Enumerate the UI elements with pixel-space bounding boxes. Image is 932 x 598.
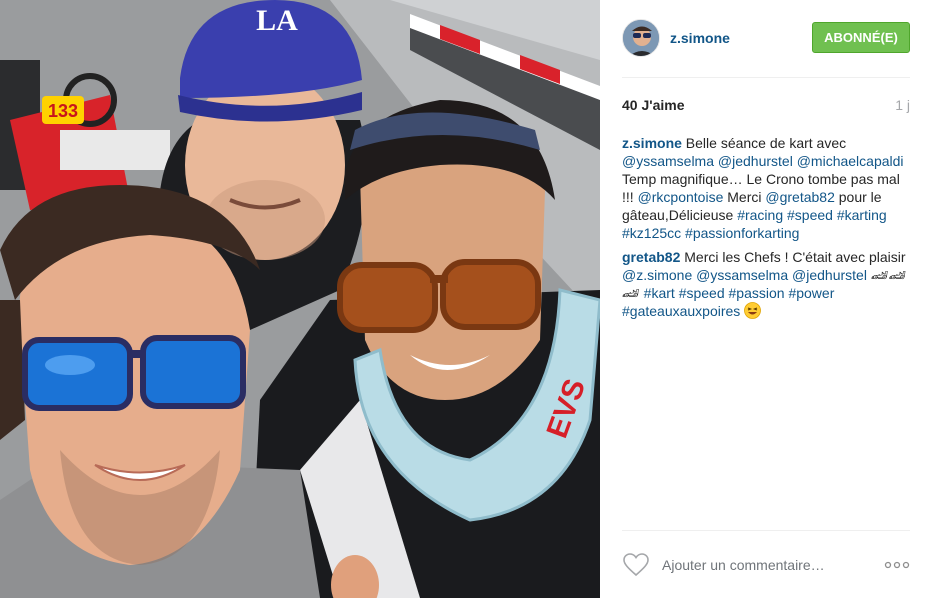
avatar-image bbox=[623, 20, 659, 56]
follow-button[interactable]: ABONNÉ(E) bbox=[812, 22, 910, 53]
hashtag-link[interactable]: #passion bbox=[729, 285, 785, 301]
post-age[interactable]: 1 j bbox=[895, 97, 910, 113]
comment-text-segment: Merci bbox=[723, 189, 766, 205]
mention-link[interactable]: @jedhurstel bbox=[792, 267, 867, 283]
hashtag-link[interactable]: #kz125cc bbox=[622, 225, 681, 241]
post-header: z.simone ABONNÉ(E) bbox=[622, 16, 910, 60]
hashtag-link[interactable]: #power bbox=[788, 285, 834, 301]
hashtag-link[interactable]: #passionforkarting bbox=[685, 225, 799, 241]
more-options-icon[interactable] bbox=[884, 557, 910, 573]
comment-input[interactable] bbox=[662, 557, 872, 573]
mention-link[interactable]: @jedhurstel bbox=[718, 153, 793, 169]
hashtag-link[interactable]: #speed bbox=[787, 207, 833, 223]
mention-link[interactable]: @yssamselma bbox=[696, 267, 788, 283]
hashtag-link[interactable]: #racing bbox=[737, 207, 783, 223]
comment-username[interactable]: z.simone bbox=[622, 135, 682, 151]
divider bbox=[622, 77, 910, 78]
mention-link[interactable]: @rkcpontoise bbox=[638, 189, 724, 205]
hashtag-link[interactable]: #karting bbox=[837, 207, 887, 223]
post-sidebar: z.simone ABONNÉ(E) 40 J'aime 1 j z.simon… bbox=[600, 0, 932, 598]
selfie-photo: 133 LA EVS bbox=[0, 0, 600, 598]
laughing-face-emoji-icon bbox=[744, 302, 762, 323]
username-link[interactable]: z.simone bbox=[670, 30, 730, 46]
kart-number: 133 bbox=[48, 101, 78, 121]
comments-list: z.simone Belle séance de kart avec @yssa… bbox=[622, 134, 912, 329]
post-stats: 40 J'aime 1 j bbox=[622, 97, 910, 115]
post-photo: 133 LA EVS bbox=[0, 0, 600, 598]
reply-comment: gretab82 Merci les Chefs ! C'était avec … bbox=[622, 248, 912, 323]
mention-link[interactable]: @yssamselma bbox=[622, 153, 714, 169]
instagram-post: 133 LA EVS z.simone ABONNÉ(E) 40 J'aime … bbox=[0, 0, 932, 598]
mention-link[interactable]: @michaelcapaldi bbox=[797, 153, 904, 169]
comment-text-segment: Belle séance de kart avec bbox=[681, 135, 847, 151]
hashtag-link[interactable]: #speed bbox=[679, 285, 725, 301]
avatar[interactable] bbox=[622, 19, 660, 57]
comment-text-segment: Merci les Chefs ! C'était avec plaisir bbox=[680, 249, 906, 265]
cap-logo: LA bbox=[256, 4, 298, 37]
mention-link[interactable]: @z.simone bbox=[622, 267, 692, 283]
post-footer bbox=[622, 548, 910, 582]
hashtag-link[interactable]: #gateauxauxpoires bbox=[622, 303, 740, 319]
hashtag-link[interactable]: #kart bbox=[644, 285, 675, 301]
mention-link[interactable]: @gretab82 bbox=[765, 189, 834, 205]
comment-username[interactable]: gretab82 bbox=[622, 249, 680, 265]
divider bbox=[622, 530, 910, 531]
caption-comment: z.simone Belle séance de kart avec @yssa… bbox=[622, 134, 912, 242]
heart-outline-icon[interactable] bbox=[622, 552, 650, 578]
likes-count[interactable]: 40 J'aime bbox=[622, 97, 685, 113]
